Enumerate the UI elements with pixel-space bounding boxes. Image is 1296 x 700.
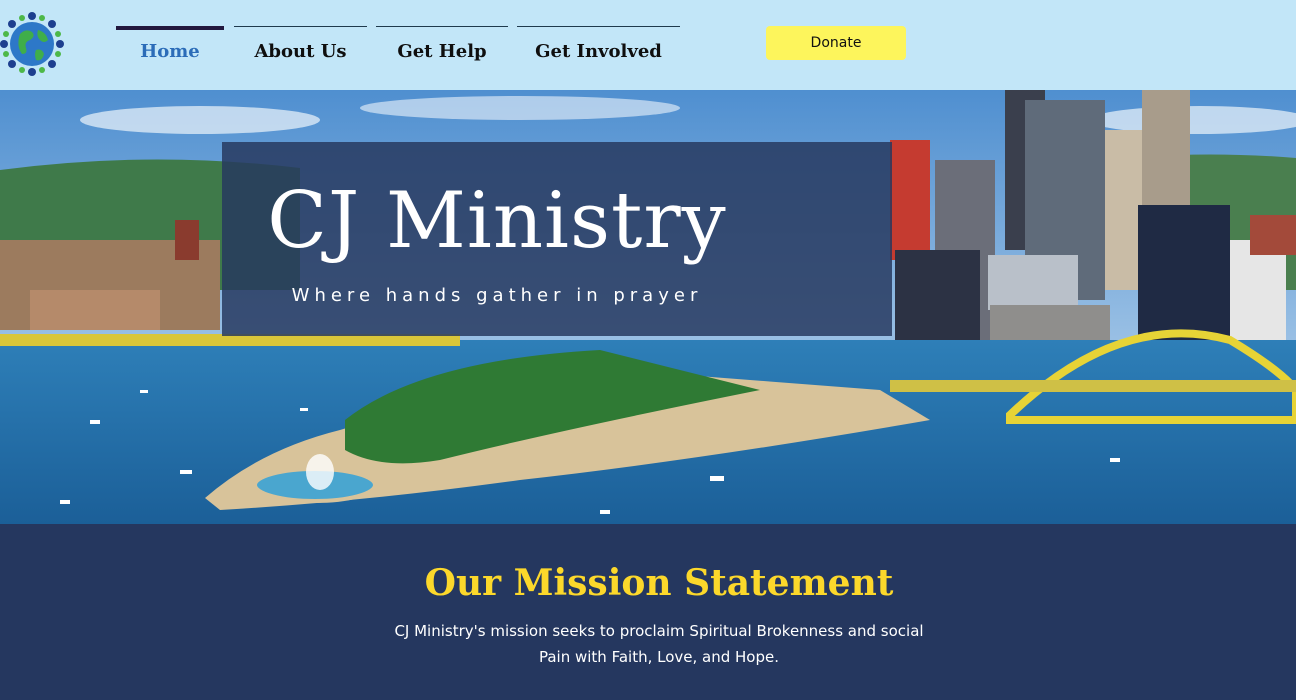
donate-button[interactable]: Donate — [766, 26, 906, 60]
mission-title: Our Mission Statement — [424, 562, 894, 604]
nav-about-us[interactable]: About Us — [234, 26, 367, 76]
globe-logo-icon[interactable] — [0, 6, 66, 78]
mission-section: Our Mission Statement CJ Ministry's miss… — [0, 524, 1296, 700]
site-header: Home About Us Get Help Get Involved Dona… — [0, 0, 1296, 90]
nav-get-involved[interactable]: Get Involved — [517, 26, 680, 76]
hero-title-box: CJ Ministry Where hands gather in prayer — [222, 142, 892, 336]
hero-title: CJ Ministry — [267, 176, 727, 266]
nav-home[interactable]: Home — [116, 26, 224, 76]
mission-text: CJ Ministry's mission seeks to proclaim … — [394, 622, 924, 666]
hero-section: CJ Ministry Where hands gather in prayer — [0, 90, 1296, 524]
nav-get-help[interactable]: Get Help — [376, 26, 508, 76]
hero-subtitle: Where hands gather in prayer — [291, 285, 703, 306]
